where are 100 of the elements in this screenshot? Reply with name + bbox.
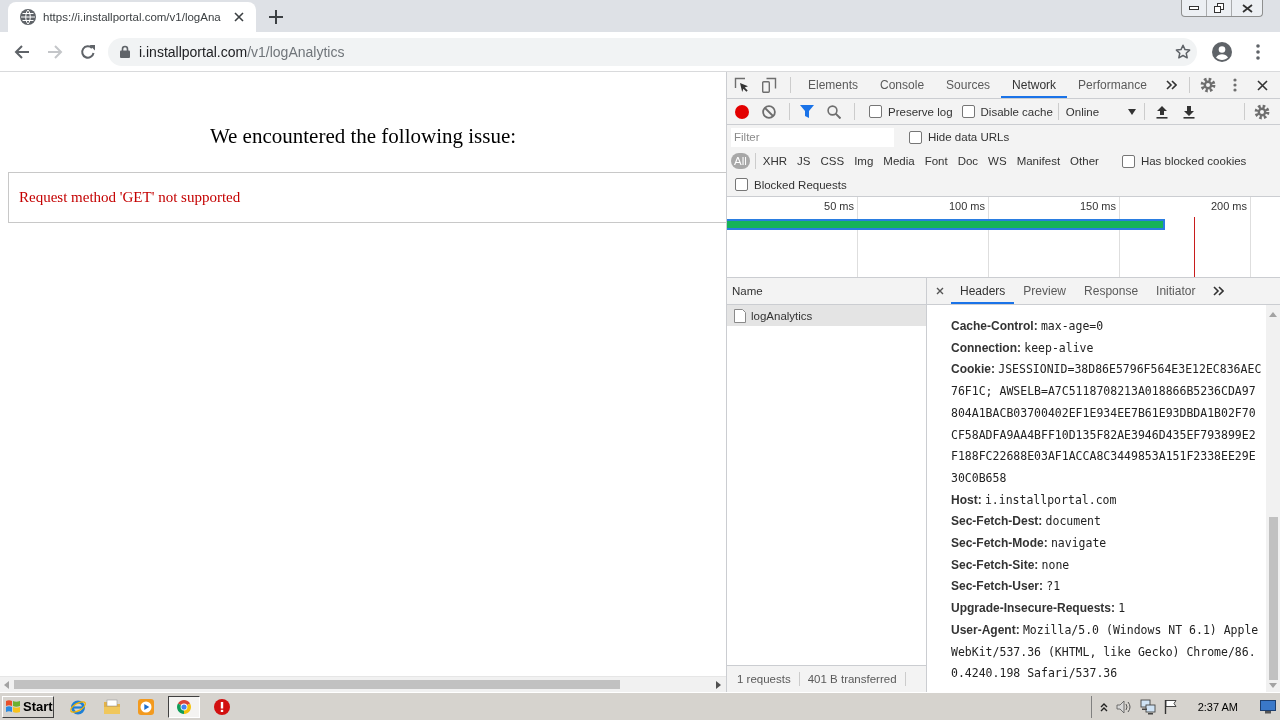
detail-tab[interactable]: Response bbox=[1075, 278, 1148, 304]
dropdown-caret-icon bbox=[1127, 108, 1136, 115]
clock-text[interactable]: 2:37 AM bbox=[1197, 700, 1238, 713]
timeline-tick-label: 150 ms bbox=[1079, 200, 1116, 212]
taskbar-app-button[interactable] bbox=[168, 695, 200, 718]
flag-icon[interactable] bbox=[1163, 699, 1178, 714]
resource-type-filter[interactable]: Manifest bbox=[1013, 153, 1064, 169]
request-row[interactable]: logAnalytics bbox=[727, 305, 926, 326]
double-chevron-icon[interactable] bbox=[1165, 80, 1177, 90]
option-label[interactable]: Disable cache bbox=[980, 105, 1053, 118]
request-header-line: Sec-Fetch-User: ?1 bbox=[951, 578, 1062, 596]
resource-type-filter[interactable]: CSS bbox=[817, 153, 848, 169]
column-header[interactable]: Name bbox=[727, 278, 926, 305]
load-event-line bbox=[1194, 217, 1195, 277]
settings-icon bbox=[1254, 103, 1270, 120]
resource-type-filter[interactable]: XHR bbox=[759, 153, 791, 169]
restore-icon bbox=[1214, 3, 1224, 13]
upload-icon bbox=[1155, 104, 1168, 119]
alert-icon bbox=[214, 698, 230, 715]
devtools-tab[interactable]: Elements bbox=[797, 72, 870, 98]
start-button[interactable]: Start bbox=[2, 695, 54, 718]
throttling-dropdown[interactable]: Online bbox=[1065, 105, 1139, 118]
menu-icon bbox=[1233, 78, 1237, 92]
download-icon bbox=[1182, 104, 1195, 119]
devtools-tab[interactable]: Console bbox=[869, 72, 936, 98]
resource-type-filter[interactable]: Font bbox=[921, 153, 951, 169]
hide-data-urls-label[interactable]: Hide data URLs bbox=[928, 131, 1010, 143]
reload-icon bbox=[80, 43, 96, 60]
detail-tab[interactable]: Headers bbox=[951, 278, 1015, 304]
timeline-tick-label: 50 ms bbox=[824, 200, 854, 212]
forward-arrow-icon bbox=[47, 43, 63, 60]
profile-icon[interactable] bbox=[1212, 41, 1232, 62]
plus-icon[interactable] bbox=[268, 10, 283, 24]
request-header-line: Cache-Control: max-age=0 bbox=[951, 318, 1105, 335]
error-message: Request method 'GET' not supported bbox=[19, 189, 241, 206]
document-icon bbox=[734, 308, 746, 323]
close-icon[interactable] bbox=[233, 12, 244, 22]
settings-icon bbox=[1200, 77, 1216, 93]
request-header-line: Connection: keep-alive bbox=[951, 339, 1095, 357]
timeline-tick-label: 100 ms bbox=[948, 200, 985, 212]
scrollbar-thumb[interactable] bbox=[14, 680, 620, 689]
option-checkbox[interactable] bbox=[869, 105, 882, 118]
folder-icon bbox=[103, 698, 121, 715]
funnel-icon bbox=[800, 105, 814, 118]
resource-type-filter[interactable]: WS bbox=[985, 153, 1010, 169]
close-icon[interactable] bbox=[936, 287, 944, 295]
browser-tab[interactable]: https://i.installportal.com/v1/logAna bbox=[8, 2, 256, 32]
star-icon[interactable] bbox=[1175, 43, 1191, 60]
play-tile-icon bbox=[137, 697, 155, 716]
timeline-tick-label: 200 ms bbox=[1210, 200, 1247, 212]
lock-icon bbox=[120, 45, 130, 58]
menu-icon[interactable] bbox=[1256, 43, 1260, 60]
option-label[interactable]: Preserve log bbox=[888, 105, 953, 118]
no-entry-icon bbox=[762, 104, 776, 119]
network-icon[interactable] bbox=[1139, 698, 1156, 715]
device-icon bbox=[761, 77, 777, 93]
scroll-right-icon[interactable] bbox=[716, 680, 721, 689]
page-heading: We encountered the following issue: bbox=[208, 124, 518, 148]
resource-type-filter[interactable]: Media bbox=[880, 153, 918, 169]
request-header-line: Sec-Fetch-Mode: navigate bbox=[951, 535, 1108, 553]
request-header-line: User-Agent: Mozilla/5.0 (Windows NT 6.1) AppleWebKit/537.36 (KHTML, like Gecko) Chrome/86.0.4240.198 Safari/537.36 bbox=[951, 621, 1260, 683]
address-bar[interactable]: i.installportal.com/v1/logAnalytics bbox=[108, 37, 1197, 66]
scrollbar-thumb[interactable] bbox=[1268, 517, 1278, 680]
minimize-icon bbox=[1189, 6, 1199, 10]
resource-type-filter[interactable]: Other bbox=[1067, 153, 1102, 169]
close-icon bbox=[1256, 79, 1268, 91]
round-logo-icon bbox=[176, 698, 192, 715]
globe-icon bbox=[20, 9, 36, 25]
horizontal-scrollbar[interactable] bbox=[0, 676, 726, 692]
devtools-tab[interactable]: Sources bbox=[935, 72, 1002, 98]
option-checkbox[interactable] bbox=[961, 105, 975, 118]
speaker-icon[interactable] bbox=[1115, 699, 1132, 714]
resource-type-filter[interactable]: Doc bbox=[954, 153, 982, 169]
chevron-up-icon[interactable] bbox=[1099, 701, 1108, 712]
vertical-scrollbar[interactable] bbox=[1266, 305, 1280, 692]
blocked-cookies-checkbox[interactable] bbox=[1121, 154, 1135, 168]
hide-data-urls-checkbox[interactable] bbox=[909, 130, 922, 144]
resource-type-filter[interactable]: Img bbox=[851, 153, 877, 169]
resource-type-filter[interactable]: JS bbox=[794, 153, 814, 169]
request-header-line: Sec-Fetch-Dest: document bbox=[951, 513, 1102, 531]
summary-text: 401 B transferred bbox=[807, 673, 897, 685]
search-icon bbox=[827, 104, 841, 119]
detail-tab[interactable]: Initiator bbox=[1147, 278, 1205, 304]
request-header-line: Sec-Fetch-Site: none bbox=[951, 556, 1071, 574]
filter-field[interactable]: Filter bbox=[731, 127, 894, 147]
summary-text: 1 requests bbox=[737, 673, 791, 685]
detail-tab[interactable]: Preview bbox=[1014, 278, 1076, 304]
back-arrow-icon bbox=[14, 43, 30, 60]
double-chevron-icon[interactable] bbox=[1213, 286, 1225, 296]
blocked-cookies-label[interactable]: Has blocked cookies bbox=[1140, 155, 1247, 167]
monitor-icon[interactable] bbox=[1260, 699, 1276, 714]
blocked-requests-label[interactable]: Blocked Requests bbox=[754, 178, 847, 191]
request-header-line: Upgrade-Insecure-Requests: 1 bbox=[951, 600, 1127, 618]
request-header-line: Host: i.installportal.com bbox=[951, 491, 1118, 509]
blocked-requests-checkbox[interactable] bbox=[735, 178, 748, 191]
record-dot-icon bbox=[735, 104, 749, 119]
start-flag-icon bbox=[5, 699, 21, 714]
close-icon bbox=[1241, 3, 1253, 13]
devtools-tab[interactable]: Performance bbox=[1067, 72, 1158, 98]
inspect-icon bbox=[734, 77, 750, 93]
